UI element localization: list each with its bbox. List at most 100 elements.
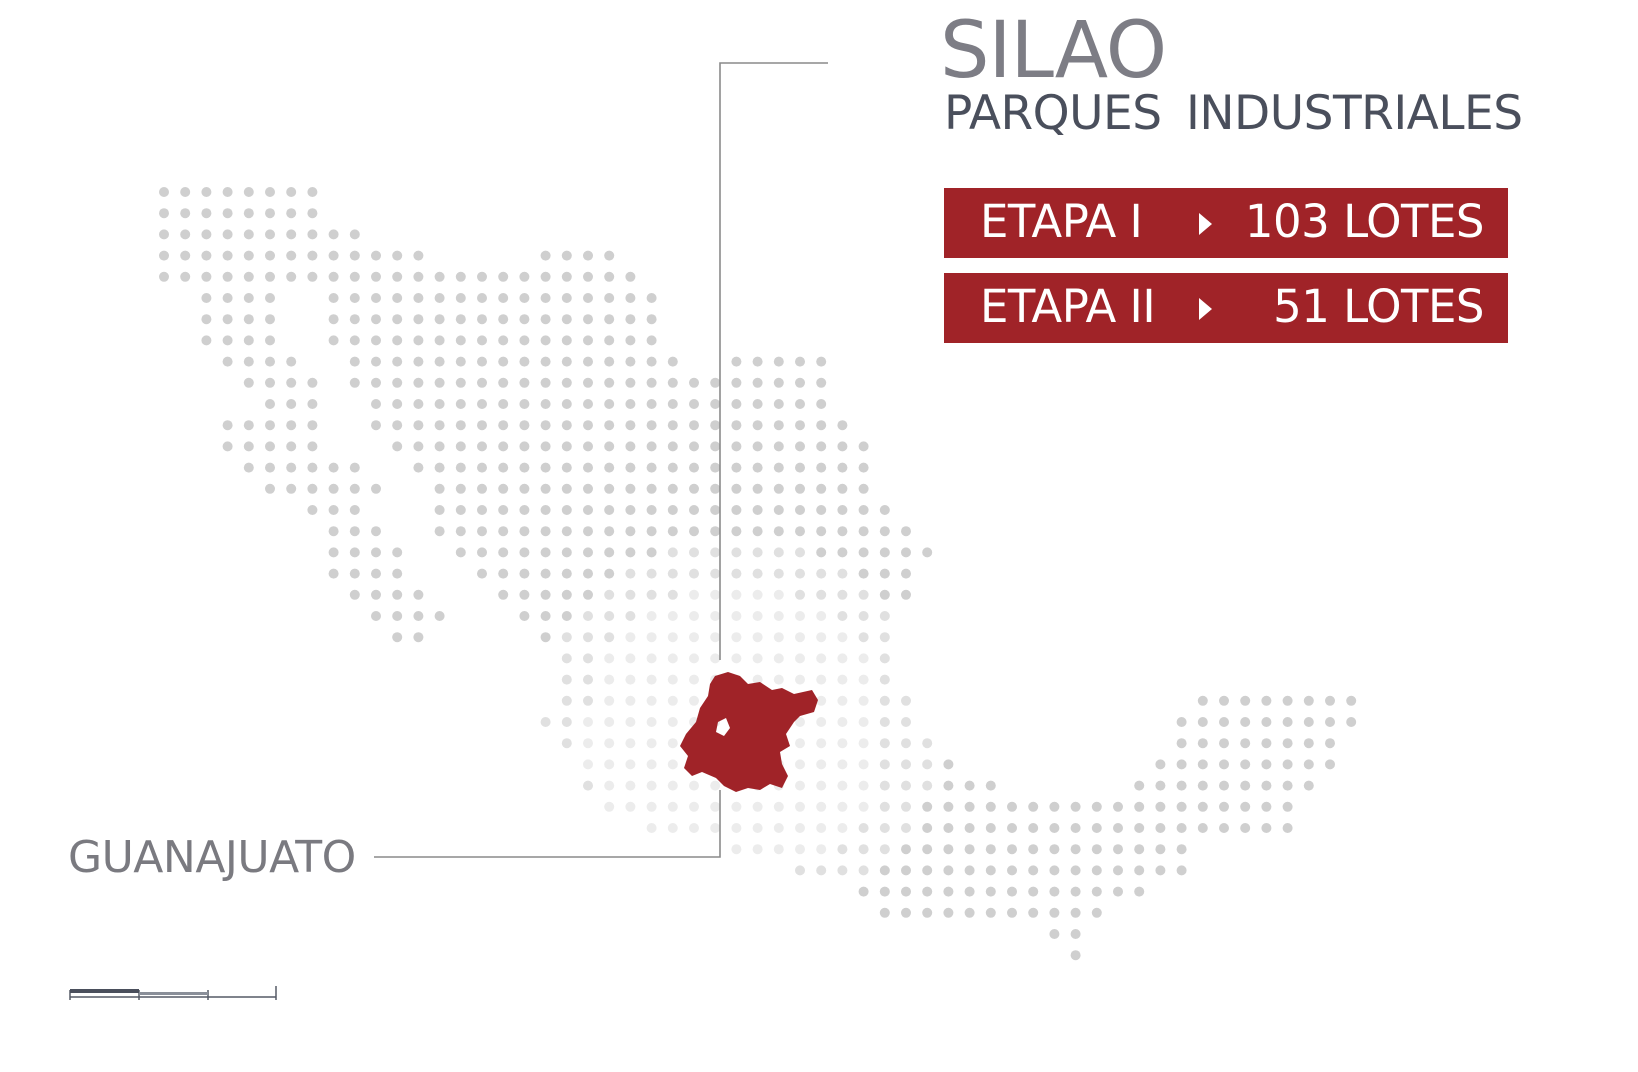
- map-dot: [498, 314, 509, 325]
- map-dot: [667, 356, 678, 367]
- map-dot: [243, 377, 254, 388]
- map-dot: [689, 547, 699, 558]
- map-dot: [477, 568, 487, 579]
- map-dot: [858, 801, 869, 812]
- map-dot: [837, 505, 848, 515]
- map-dot: [1197, 823, 1208, 833]
- infographic: SILAO PARQUES INDUSTRIALES ETAPA I 103 L…: [0, 0, 1638, 1072]
- map-dot: [795, 611, 805, 621]
- map-dot: [434, 314, 445, 325]
- map-dot: [837, 568, 848, 579]
- map-dot: [795, 420, 805, 431]
- map-dot: [1049, 801, 1060, 812]
- map-dot: [371, 335, 381, 346]
- map-dot: [752, 823, 763, 833]
- map-dot: [795, 759, 805, 770]
- map-dot: [646, 653, 657, 664]
- map-dot: [731, 801, 742, 812]
- map-dot: [540, 547, 551, 558]
- map-dot: [625, 568, 636, 579]
- map-dot: [604, 568, 615, 579]
- map-dot: [413, 293, 424, 303]
- map-dot: [1261, 759, 1272, 770]
- map-dot: [201, 314, 212, 325]
- map-dot: [731, 589, 742, 600]
- map-dot: [371, 314, 381, 325]
- map-dot: [1091, 886, 1102, 897]
- map-dot: [519, 462, 530, 473]
- map-dot: [816, 844, 827, 855]
- map-dot: [667, 717, 678, 727]
- map-dot: [752, 547, 763, 558]
- city-title: SILAO: [940, 6, 1167, 96]
- map-dot: [371, 271, 381, 282]
- map-dot: [583, 314, 593, 325]
- map-dot: [222, 441, 233, 452]
- map-dot: [837, 611, 848, 621]
- map-dot: [625, 505, 636, 515]
- map-dot: [540, 293, 551, 303]
- map-dot: [583, 717, 593, 727]
- map-dot: [816, 823, 827, 833]
- map-dot: [328, 483, 339, 494]
- map-dot: [667, 611, 678, 621]
- map-dot: [201, 335, 212, 346]
- map-dot: [710, 611, 721, 621]
- map-dot: [816, 611, 827, 621]
- state-label: GUANAJUATO: [68, 832, 356, 883]
- map-dot: [1303, 695, 1314, 706]
- map-dot: [1325, 717, 1335, 727]
- map-dot: [625, 717, 636, 727]
- map-dot: [879, 886, 890, 897]
- map-dot: [752, 462, 763, 473]
- map-dot: [1070, 886, 1081, 897]
- map-dot: [816, 717, 827, 727]
- map-dot: [583, 271, 593, 282]
- map-dot: [901, 717, 911, 727]
- map-dot: [667, 420, 678, 431]
- map-dot: [625, 632, 636, 643]
- map-dot: [816, 526, 827, 537]
- map-dot: [1240, 717, 1251, 727]
- map-dot: [710, 780, 721, 791]
- map-dot: [583, 695, 593, 706]
- map-dot: [646, 632, 657, 643]
- map-dot: [689, 780, 699, 791]
- map-dot: [349, 505, 360, 515]
- map-dot: [795, 738, 805, 749]
- map-dot: [583, 335, 593, 346]
- map-dot: [1282, 695, 1293, 706]
- map-dot: [858, 738, 869, 749]
- map-dot: [477, 314, 487, 325]
- map-dot: [646, 780, 657, 791]
- map-dot: [1155, 844, 1166, 855]
- map-dot: [1113, 865, 1123, 876]
- map-dot: [646, 399, 657, 409]
- map-dot: [307, 505, 318, 515]
- map-dot: [1070, 844, 1081, 855]
- map-dot: [625, 462, 636, 473]
- map-dot: [413, 589, 424, 600]
- map-dot: [879, 865, 890, 876]
- map-dot: [392, 335, 403, 346]
- map-dot: [667, 568, 678, 579]
- map-dot: [561, 420, 572, 431]
- map-dot: [752, 505, 763, 515]
- map-dot: [328, 293, 339, 303]
- map-dot: [689, 526, 699, 537]
- map-dot: [286, 356, 297, 367]
- map-dot: [519, 589, 530, 600]
- map-dot: [540, 441, 551, 452]
- map-dot: [1282, 780, 1293, 791]
- map-dot: [477, 547, 487, 558]
- map-dot: [349, 483, 360, 494]
- map-dot: [901, 589, 911, 600]
- map-dot: [604, 441, 615, 452]
- map-dot: [625, 526, 636, 537]
- map-dot: [583, 526, 593, 537]
- map-dot: [349, 335, 360, 346]
- map-dot: [795, 526, 805, 537]
- map-dot: [879, 653, 890, 664]
- map-dot: [604, 250, 615, 261]
- map-dot: [943, 801, 954, 812]
